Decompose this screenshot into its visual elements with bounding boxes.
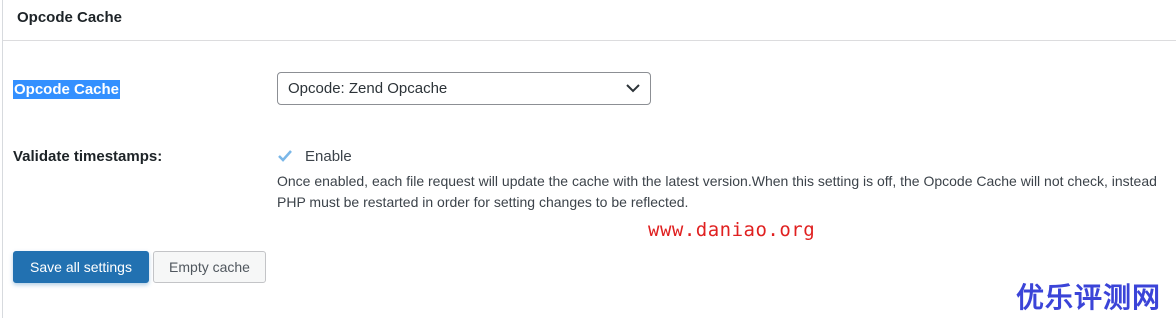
- panel-title: Opcode Cache: [17, 9, 123, 26]
- watermark-url: www.daniao.org: [648, 219, 816, 241]
- watermark-site-name: 优乐评测网: [1016, 281, 1162, 314]
- enable-checkbox-label[interactable]: Enable: [305, 148, 352, 165]
- save-all-settings-button[interactable]: Save all settings: [13, 251, 149, 283]
- panel-header: Opcode Cache: [3, 0, 1176, 41]
- chevron-down-icon: [626, 84, 640, 93]
- validate-timestamps-checkbox[interactable]: [277, 148, 293, 164]
- opcode-engine-select-value: Opcode: Zend Opcache: [288, 80, 448, 97]
- validate-timestamps-label: Validate timestamps:: [13, 148, 163, 165]
- empty-cache-button[interactable]: Empty cache: [153, 251, 266, 283]
- validate-timestamps-description: Once enabled, each file request will upd…: [277, 173, 1157, 210]
- opcode-cache-label: Opcode Cache: [13, 80, 121, 99]
- opcode-engine-select[interactable]: Opcode: Zend Opcache: [277, 72, 651, 105]
